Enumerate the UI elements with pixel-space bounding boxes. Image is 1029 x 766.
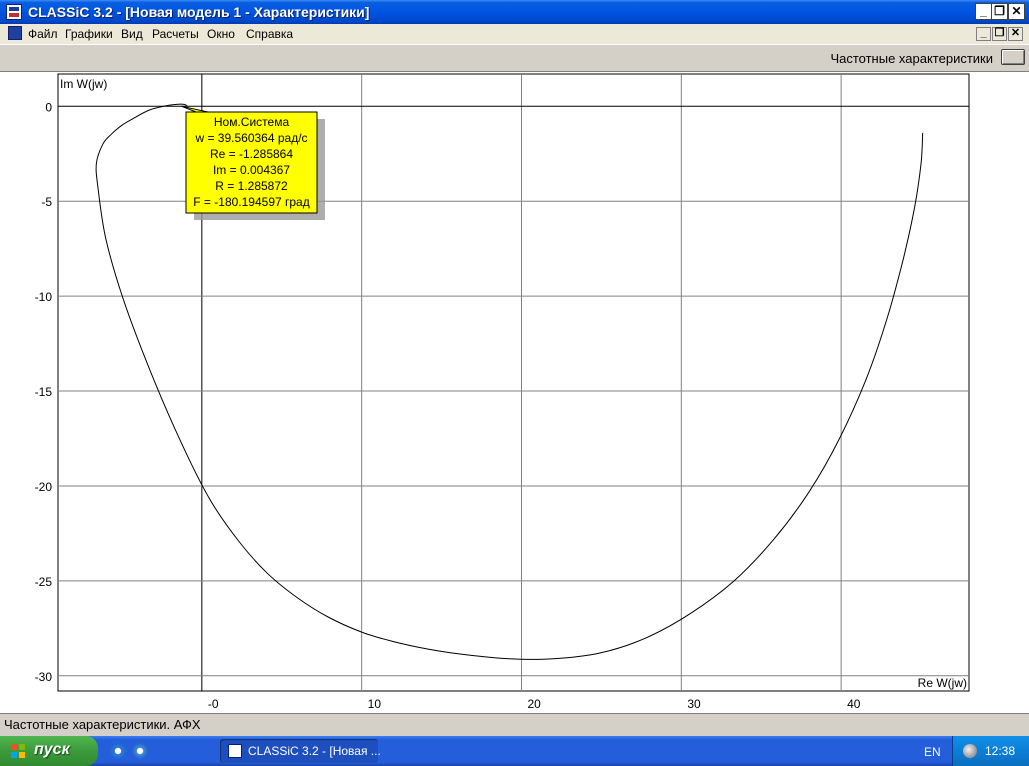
tooltip-line: R = 1.285872	[215, 179, 288, 193]
system-tray: 12:38	[952, 736, 1029, 766]
maximize-button[interactable]: ❐	[991, 3, 1008, 20]
minimize-button[interactable]: _	[975, 3, 992, 20]
y-tick-label: -30	[35, 670, 53, 684]
tooltip-line: F = -180.194597 град	[193, 195, 309, 209]
tooltip-line: Im = 0.004367	[213, 163, 290, 177]
y-tick-label: -5	[41, 195, 52, 209]
mdi-close-button[interactable]: ✕	[1008, 27, 1023, 41]
windows-flag-icon	[11, 744, 25, 758]
taskbar-item-classic[interactable]: CLASSiC 3.2 - [Новая ...	[220, 739, 381, 763]
menu-help[interactable]: Справка	[246, 27, 293, 41]
tooltip-line: Re = -1.285864	[210, 147, 293, 161]
taskbar-item-label: CLASSiC 3.2 - [Новая ...	[248, 744, 381, 758]
menu-calculations[interactable]: Расчеты	[152, 27, 199, 41]
tooltip-line: w = 39.560364 рад/с	[194, 131, 307, 145]
mdi-minimize-button[interactable]: _	[976, 27, 991, 41]
menu-graphs[interactable]: Графики	[65, 27, 113, 41]
status-bar: Частотные характеристики. АФХ	[0, 713, 1029, 735]
y-tick-label: 0	[45, 100, 52, 114]
menu-file[interactable]: Файл	[28, 27, 58, 41]
volume-icon[interactable]	[963, 744, 977, 758]
document-icon[interactable]	[8, 26, 22, 40]
title-bar[interactable]: CLASSiC 3.2 - [Новая модель 1 - Характер…	[0, 0, 1029, 24]
start-label: пуск	[34, 741, 70, 758]
chart-tooltip: Ном.Система w = 39.560364 рад/с Re = -1.28…	[181, 105, 325, 220]
clock[interactable]: 12:38	[985, 744, 1015, 758]
chart-ticks: -0 10 20 30 40 0 -5 -10 -15 -20 -25 -30	[35, 100, 861, 711]
y-axis-label: Im W(jw)	[60, 77, 107, 91]
nyquist-chart[interactable]: -0 10 20 30 40 0 -5 -10 -15 -20 -25 -30 Re W(jw) Im …	[0, 72, 1029, 713]
classic-app-icon	[228, 744, 242, 758]
tooltip-pointer	[181, 105, 209, 113]
x-tick-label: 30	[687, 697, 701, 711]
app-icon[interactable]	[6, 4, 22, 20]
x-tick-label: 40	[847, 697, 861, 711]
panel-toggle-button[interactable]	[1001, 49, 1025, 65]
y-tick-label: -10	[35, 290, 53, 304]
x-tick-label: 10	[368, 697, 382, 711]
y-tick-label: -15	[35, 385, 53, 399]
y-tick-label: -20	[35, 480, 53, 494]
tooltip-line: Ном.Система	[214, 115, 290, 129]
panel-label: Частотные характеристики	[830, 51, 993, 66]
outlook-express-icon[interactable]	[132, 743, 148, 759]
language-indicator[interactable]: EN	[924, 745, 941, 759]
panel-header: Частотные характеристики	[0, 44, 1029, 72]
menu-window[interactable]: Окно	[207, 27, 235, 41]
status-text: Частотные характеристики. АФХ	[4, 717, 201, 732]
start-button[interactable]: пуск	[0, 736, 98, 766]
y-tick-label: -25	[35, 575, 53, 589]
close-button[interactable]: ✕	[1008, 3, 1025, 20]
x-axis-label: Re W(jw)	[918, 676, 967, 690]
internet-explorer-icon[interactable]	[110, 743, 126, 759]
taskbar: пуск CLASSiC 3.2 - [Новая ... EN 12:38	[0, 736, 1029, 766]
menu-view[interactable]: Вид	[121, 27, 143, 41]
window-title: CLASSiC 3.2 - [Новая модель 1 - Характер…	[28, 4, 370, 20]
menu-bar: Файл Графики Вид Расчеты Окно Справка _ …	[0, 24, 1029, 44]
x-tick-label: -0	[208, 697, 219, 711]
plot-area[interactable]: -0 10 20 30 40 0 -5 -10 -15 -20 -25 -30 Re W(jw) Im …	[0, 72, 1029, 713]
mdi-restore-button[interactable]: ❐	[992, 27, 1007, 41]
x-tick-label: 20	[527, 697, 541, 711]
